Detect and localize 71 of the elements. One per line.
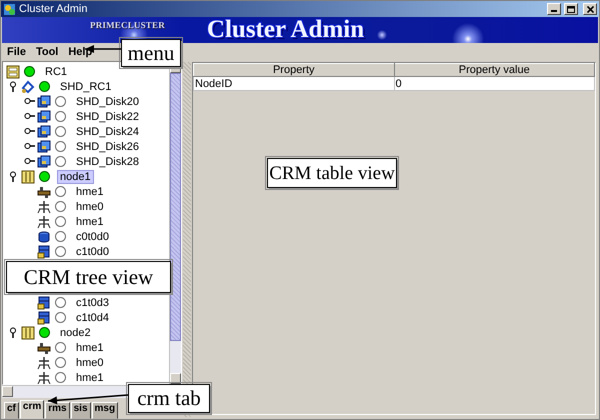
banner-title: Cluster Admin	[206, 17, 364, 43]
expand-handle-icon[interactable]	[24, 111, 34, 122]
tree-item[interactable]: hme0	[73, 200, 107, 214]
storage-icon	[37, 244, 51, 258]
expand-handle-icon[interactable]	[24, 156, 34, 167]
storage-icon	[37, 310, 51, 324]
tree-item[interactable]: c1t0d0	[73, 244, 112, 258]
disk-stack-icon	[37, 140, 51, 154]
expand-handle-icon[interactable]	[24, 141, 34, 152]
menu-item[interactable]: File	[2, 46, 31, 58]
expand-handle-icon[interactable]	[24, 96, 34, 107]
tree-item[interactable]: c1t0d3	[73, 296, 112, 310]
tab[interactable]: crm	[20, 400, 44, 419]
annotation-tooltip: CRM table view	[267, 158, 397, 188]
tree-item[interactable]: hme1	[73, 370, 107, 384]
tree-item[interactable]: SHD_Disk26	[73, 140, 142, 154]
tab[interactable]: msg	[92, 402, 118, 419]
app-icon	[3, 2, 16, 16]
tab[interactable]: cf	[4, 402, 19, 419]
server-icon	[21, 170, 35, 184]
menu-item[interactable]: Tool	[30, 46, 64, 58]
expand-handle-icon[interactable]	[24, 126, 34, 137]
tree-item[interactable]: SHD_Disk22	[73, 110, 142, 124]
network-icon	[37, 356, 51, 370]
tab[interactable]: rms	[45, 402, 70, 419]
maximize-icon	[567, 6, 575, 12]
tab[interactable]: sis	[70, 402, 91, 419]
tree-item[interactable]: hme1	[73, 214, 107, 228]
window-title: Cluster Admin	[19, 3, 88, 15]
tree-item[interactable]: SHD_Disk20	[73, 94, 142, 108]
brand-label: PRIMECLUSTER	[90, 20, 165, 30]
annotation-tooltip: crm tab	[128, 384, 210, 413]
tree-item[interactable]: SHD_Disk28	[73, 154, 142, 168]
tree-item[interactable]: SHD_RC1	[57, 80, 114, 94]
minimize-icon	[551, 10, 557, 12]
tree-item[interactable]: c0t0d0	[73, 230, 112, 244]
close-icon	[586, 6, 594, 12]
expand-handle-icon[interactable]	[8, 171, 18, 182]
column-header[interactable]: Property	[194, 64, 394, 76]
minimize-button[interactable]	[547, 3, 561, 15]
table-cell: 0	[394, 76, 594, 90]
network-card-icon	[37, 340, 51, 354]
maximize-button[interactable]	[564, 3, 578, 15]
tree-item[interactable]: hme1	[73, 340, 107, 354]
annotation-tooltip: CRM tree view	[6, 261, 171, 293]
tree-item[interactable]: c1t0d4	[73, 310, 112, 324]
network-icon	[37, 200, 51, 214]
shared-resource-icon	[21, 80, 35, 94]
storage-icon	[37, 296, 51, 310]
tree-item[interactable]: hme1	[73, 184, 107, 198]
close-button[interactable]	[583, 3, 597, 15]
network-card-icon	[37, 184, 51, 198]
network-icon	[37, 214, 51, 228]
tree-item[interactable]: node2	[57, 326, 94, 340]
disk-stack-icon	[37, 154, 51, 168]
disk-stack-icon	[37, 124, 51, 138]
tree-item[interactable]: SHD_Disk24	[73, 124, 142, 138]
table-cell: NodeID	[194, 76, 394, 90]
disk-stack-icon	[37, 94, 51, 108]
disk-icon	[37, 230, 51, 244]
tree-item[interactable]: hme0	[73, 356, 107, 370]
server-icon	[21, 326, 35, 340]
server-icon	[6, 64, 20, 78]
tree-item[interactable]: RC1	[42, 64, 70, 78]
network-icon	[37, 370, 51, 384]
expand-handle-icon[interactable]	[8, 81, 18, 92]
annotation-tooltip: menu	[121, 39, 181, 67]
disk-stack-icon	[37, 110, 51, 124]
column-header[interactable]: Property value	[394, 64, 594, 76]
tree-item[interactable]: node1	[57, 170, 94, 184]
expand-handle-icon[interactable]	[8, 327, 18, 338]
